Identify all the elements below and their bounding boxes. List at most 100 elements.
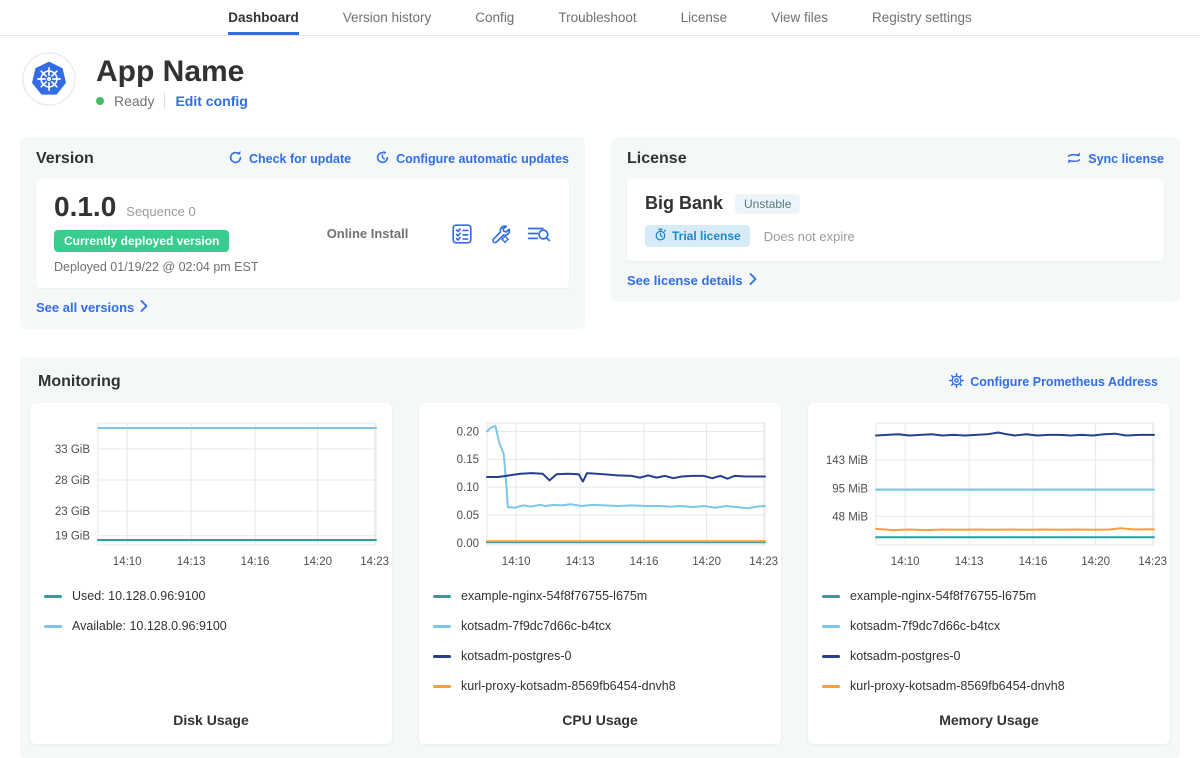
svg-text:14:13: 14:13 (566, 556, 595, 568)
check-for-update-button[interactable]: Check for update (228, 150, 351, 168)
legend-label: kurl-proxy-kotsadm-8569fb6454-dnvh8 (461, 679, 676, 693)
tab-troubleshoot[interactable]: Troubleshoot (558, 0, 636, 35)
legend-item: kurl-proxy-kotsadm-8569fb6454-dnvh8 (433, 679, 781, 693)
legend-label: Used: 10.128.0.96:9100 (72, 589, 205, 603)
legend-label: kotsadm-7f9dc7d66c-b4tcx (461, 619, 611, 633)
refresh-icon (228, 150, 243, 168)
legend-item: kotsadm-7f9dc7d66c-b4tcx (822, 619, 1170, 633)
license-name: Big Bank (645, 193, 723, 214)
tab-dashboard[interactable]: Dashboard (228, 0, 299, 35)
legend-item: kurl-proxy-kotsadm-8569fb6454-dnvh8 (822, 679, 1170, 693)
legend-swatch (433, 625, 451, 628)
legend-swatch (822, 595, 840, 598)
license-card-title: License (627, 150, 687, 168)
current-version-panel: 0.1.0 Sequence 0 Currently deployed vers… (36, 179, 569, 288)
view-logs-icon[interactable] (527, 224, 551, 244)
legend-item: kotsadm-postgres-0 (433, 649, 781, 663)
svg-text:33 GiB: 33 GiB (55, 444, 90, 456)
chart-card-cpu-usage: 0.000.050.100.150.2014:1014:1314:1614:20… (419, 403, 781, 744)
legend-label: example-nginx-54f8f76755-l675m (461, 589, 647, 603)
preflight-checklist-icon[interactable] (451, 223, 473, 245)
legend-item: kotsadm-7f9dc7d66c-b4tcx (433, 619, 781, 633)
page-title: App Name (96, 55, 248, 88)
chart-legend: example-nginx-54f8f76755-l675m kotsadm-7f… (808, 573, 1170, 693)
svg-text:14:13: 14:13 (177, 556, 206, 568)
deployed-badge: Currently deployed version (54, 230, 229, 252)
see-license-details-link[interactable]: See license details (627, 273, 757, 288)
chart-card-disk-usage: 19 GiB23 GiB28 GiB33 GiB14:1014:1314:161… (30, 403, 392, 744)
legend-swatch (822, 655, 840, 658)
config-wrench-icon[interactable] (489, 223, 511, 245)
cards-row: Version Check for update Configure autom… (0, 137, 1200, 329)
svg-text:0.05: 0.05 (457, 510, 479, 522)
version-card: Version Check for update Configure autom… (20, 137, 585, 329)
legend-swatch (822, 685, 840, 688)
chart-plot: 0.000.050.100.150.2014:1014:1314:1614:20… (421, 415, 779, 573)
configure-automatic-updates-button[interactable]: Configure automatic updates (375, 150, 569, 168)
svg-text:14:16: 14:16 (241, 556, 270, 568)
svg-text:14:13: 14:13 (955, 556, 984, 568)
svg-text:143 MiB: 143 MiB (826, 455, 869, 467)
legend-label: kotsadm-7f9dc7d66c-b4tcx (850, 619, 1000, 633)
svg-text:19 GiB: 19 GiB (55, 531, 90, 543)
chevron-right-icon (749, 273, 757, 288)
svg-text:14:16: 14:16 (630, 556, 659, 568)
trial-license-badge: Trial license (645, 225, 750, 247)
clock-refresh-icon (375, 150, 390, 168)
svg-text:14:10: 14:10 (113, 556, 142, 568)
channel-badge: Unstable (735, 194, 800, 214)
chart-title: Memory Usage (808, 712, 1170, 728)
svg-text:0.10: 0.10 (457, 482, 479, 494)
deployed-timestamp: Deployed 01/19/22 @ 02:04 pm EST (54, 260, 284, 274)
monitoring-panel: Monitoring Configure Prometheus Address … (20, 357, 1180, 758)
tab-config[interactable]: Config (475, 0, 514, 35)
legend-swatch (44, 595, 62, 598)
svg-text:14:23: 14:23 (749, 556, 778, 568)
edit-config-link[interactable]: Edit config (175, 93, 247, 109)
app-header: App Name Ready Edit config (0, 36, 1200, 117)
legend-swatch (44, 625, 62, 628)
svg-text:14:20: 14:20 (1081, 556, 1110, 568)
legend-item: example-nginx-54f8f76755-l675m (822, 589, 1170, 603)
kubernetes-logo-icon (22, 52, 76, 111)
svg-text:48 MiB: 48 MiB (832, 511, 868, 523)
configure-prometheus-button[interactable]: Configure Prometheus Address (949, 373, 1158, 391)
legend-label: kurl-proxy-kotsadm-8569fb6454-dnvh8 (850, 679, 1065, 693)
legend-swatch (822, 625, 840, 628)
tab-registry-settings[interactable]: Registry settings (872, 0, 972, 35)
legend-label: Available: 10.128.0.96:9100 (72, 619, 227, 633)
chart-legend: example-nginx-54f8f76755-l675m kotsadm-7f… (419, 573, 781, 693)
chart-title: Disk Usage (30, 712, 392, 728)
tab-version-history[interactable]: Version history (343, 0, 432, 35)
chart-plot: 48 MiB95 MiB143 MiB14:1014:1314:1614:201… (810, 415, 1168, 573)
chart-title: CPU Usage (419, 712, 781, 728)
svg-text:0.20: 0.20 (457, 426, 479, 438)
license-panel: Big Bank Unstable Trial license Does not… (627, 179, 1164, 261)
license-expiry: Does not expire (764, 229, 855, 244)
sync-license-button[interactable]: Sync license (1066, 151, 1164, 168)
tab-license[interactable]: License (681, 0, 728, 35)
license-card: License Sync license Big Bank Unstable T… (611, 137, 1180, 302)
legend-item: example-nginx-54f8f76755-l675m (433, 589, 781, 603)
chart-card-memory-usage: 48 MiB95 MiB143 MiB14:1014:1314:1614:201… (808, 403, 1170, 744)
monitoring-title: Monitoring (38, 373, 121, 391)
nav-tabs: Dashboard Version history Config Troublesho… (228, 0, 972, 35)
tab-view-files[interactable]: View files (771, 0, 828, 35)
legend-swatch (433, 595, 451, 598)
svg-text:14:16: 14:16 (1019, 556, 1048, 568)
top-nav: Dashboard Version history Config Troublesho… (0, 0, 1200, 36)
svg-text:14:23: 14:23 (360, 556, 389, 568)
legend-item: kotsadm-postgres-0 (822, 649, 1170, 663)
svg-text:95 MiB: 95 MiB (832, 483, 868, 495)
charts-row: 19 GiB23 GiB28 GiB33 GiB14:1014:1314:161… (30, 403, 1170, 744)
svg-text:14:20: 14:20 (692, 556, 721, 568)
app-status: Ready (114, 93, 154, 109)
svg-text:0.15: 0.15 (457, 454, 479, 466)
legend-swatch (433, 685, 451, 688)
sync-arrows-icon (1066, 151, 1082, 168)
svg-text:0.00: 0.00 (457, 538, 479, 550)
svg-text:23 GiB: 23 GiB (55, 506, 90, 518)
divider (164, 93, 165, 109)
see-all-versions-link[interactable]: See all versions (36, 300, 148, 315)
legend-label: kotsadm-postgres-0 (461, 649, 571, 663)
